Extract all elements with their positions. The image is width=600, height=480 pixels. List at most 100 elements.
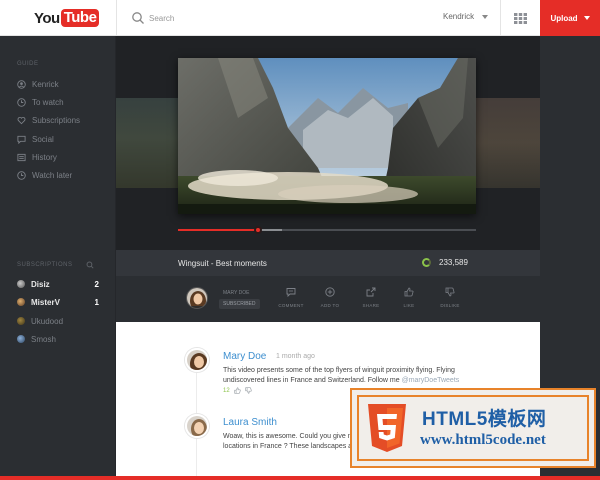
subscriptions-section-title: SUBSCRIPTIONS [17, 262, 73, 268]
comment-mention-link[interactable]: @maryDoeTweets [402, 377, 460, 384]
action-label: COMMENT [278, 303, 304, 308]
sidebar-item-to-watch[interactable]: To watch [17, 96, 64, 108]
subscription-name: MisterV [31, 297, 60, 307]
subscription-name: Smosh [31, 334, 56, 344]
comment-like-count: 12 [223, 387, 230, 394]
video-player[interactable] [178, 58, 476, 214]
search-icon[interactable] [86, 261, 94, 269]
sidebar-item-kenrick[interactable]: Kenrick [17, 78, 59, 90]
avatar [17, 280, 25, 288]
chevron-down-icon [482, 14, 489, 19]
subscription-name: Ukudood [31, 316, 64, 326]
watermark-title: HTML5模板网 [422, 409, 547, 430]
add-to-button[interactable]: ADD TO [315, 287, 345, 308]
thumbs-up-icon [404, 287, 414, 297]
add-icon [325, 287, 335, 297]
video-frame [178, 58, 476, 214]
sidebar-item-history[interactable]: History [17, 151, 57, 163]
video-info-bar: Wingsuit - Best moments 233,589 [116, 250, 540, 276]
logo-you-text: You [34, 9, 60, 27]
comment-text-line: undiscovered lines in France and Switzer… [223, 376, 473, 386]
dislike-button[interactable]: DISLIKE [435, 287, 465, 308]
share-button[interactable]: SHARE [356, 287, 386, 308]
user-name: Kendrick [443, 12, 475, 21]
subscription-item-disiz[interactable]: Disiz 2 [17, 278, 99, 290]
youtube-logo[interactable]: You Tube [34, 9, 100, 27]
history-icon [17, 153, 26, 161]
sidebar-item-label: Subscriptions [32, 115, 81, 125]
avatar [17, 335, 25, 343]
thumbs-up-icon[interactable] [234, 387, 241, 394]
sidebar-item-watch-later[interactable]: Watch later [17, 169, 72, 181]
logo-tube-text: Tube [60, 9, 100, 27]
channel-avatar[interactable] [186, 287, 208, 309]
progress-scrubber-handle[interactable] [254, 226, 263, 234]
action-label: SHARE [362, 303, 380, 308]
chevron-down-icon [583, 16, 590, 20]
avatar[interactable] [185, 348, 209, 372]
progress-buffered [258, 229, 283, 231]
sidebar-item-label: To watch [32, 97, 64, 107]
bottom-accent-strip [0, 476, 600, 480]
sidebar-item-subscriptions[interactable]: Subscriptions [17, 114, 80, 126]
avatar-image [187, 350, 207, 370]
thumbs-down-icon[interactable] [245, 387, 252, 394]
subscription-item-smosh[interactable]: Smosh [17, 333, 99, 345]
sidebar-item-social[interactable]: Social [17, 133, 54, 145]
progress-played [178, 229, 259, 231]
avatar-image [187, 416, 207, 436]
search-input[interactable] [149, 9, 409, 27]
comment-timestamp: 1 month ago [276, 353, 315, 360]
action-label: DISLIKE [440, 303, 460, 308]
clock-icon [17, 170, 26, 180]
sidebar-item-label: Social [32, 134, 54, 144]
comment-button[interactable]: COMMENT [276, 287, 306, 308]
subscription-name: Disiz [31, 279, 50, 289]
share-icon [366, 287, 376, 297]
upload-button[interactable]: Upload [540, 0, 600, 36]
subscription-item-misterv[interactable]: MisterV 1 [17, 296, 99, 308]
comment-votes: 12 [223, 387, 252, 394]
user-icon [17, 79, 26, 89]
action-label: ADD TO [320, 303, 340, 308]
comment-icon [286, 288, 296, 297]
clock-icon [17, 97, 26, 107]
sidebar: GUIDE Kenrick To watch Subscriptions Soc… [0, 36, 116, 480]
top-bar: You Tube Kendrick Upload [0, 0, 600, 36]
avatar[interactable] [185, 414, 209, 438]
comment-text: This video presents some of the top flye… [223, 366, 473, 386]
avatar-image [187, 288, 207, 308]
user-menu[interactable]: Kendrick [443, 12, 489, 21]
sidebar-item-label: History [32, 152, 57, 162]
comment-text-content: undiscovered lines in France and Switzer… [223, 377, 400, 384]
thumbs-down-icon [445, 287, 455, 297]
watermark-url: www.html5code.net [420, 432, 546, 448]
previous-video-thumbnail[interactable] [116, 98, 178, 188]
comment-author-link[interactable]: Mary Doe [223, 351, 266, 362]
grid-icon [514, 12, 527, 24]
sidebar-item-label: Kenrick [32, 79, 59, 89]
apps-grid-button[interactable] [500, 0, 540, 36]
heart-icon [17, 116, 26, 124]
view-count-value: 233,589 [439, 258, 468, 267]
views-ring-icon [422, 258, 431, 267]
like-button[interactable]: LIKE [394, 287, 424, 308]
sidebar-item-label: Watch later [32, 170, 73, 180]
channel-name: MARY DOE [223, 290, 250, 296]
subscription-item-ukudood[interactable]: Ukudood [17, 315, 99, 327]
subscribed-button[interactable]: SUBSCRIBED [219, 299, 260, 309]
view-count: 233,589 [422, 258, 468, 267]
avatar [17, 298, 25, 306]
subscription-count-badge: 1 [94, 297, 99, 307]
next-video-thumbnail[interactable] [476, 98, 540, 188]
watermark-badge: HTML5模板网 www.html5code.net [350, 388, 596, 468]
search-icon[interactable] [131, 11, 145, 25]
comment-author-link[interactable]: Laura Smith [223, 417, 277, 428]
video-title: Wingsuit - Best moments [178, 259, 267, 268]
action-bar: MARY DOE SUBSCRIBED COMMENT ADD TO SHARE… [116, 276, 540, 322]
upload-label: Upload [550, 13, 578, 23]
html5-shield-icon [368, 404, 406, 452]
video-progress-bar[interactable] [178, 226, 476, 234]
avatar [17, 317, 25, 325]
comment-text-line: This video presents some of the top flye… [223, 367, 455, 374]
